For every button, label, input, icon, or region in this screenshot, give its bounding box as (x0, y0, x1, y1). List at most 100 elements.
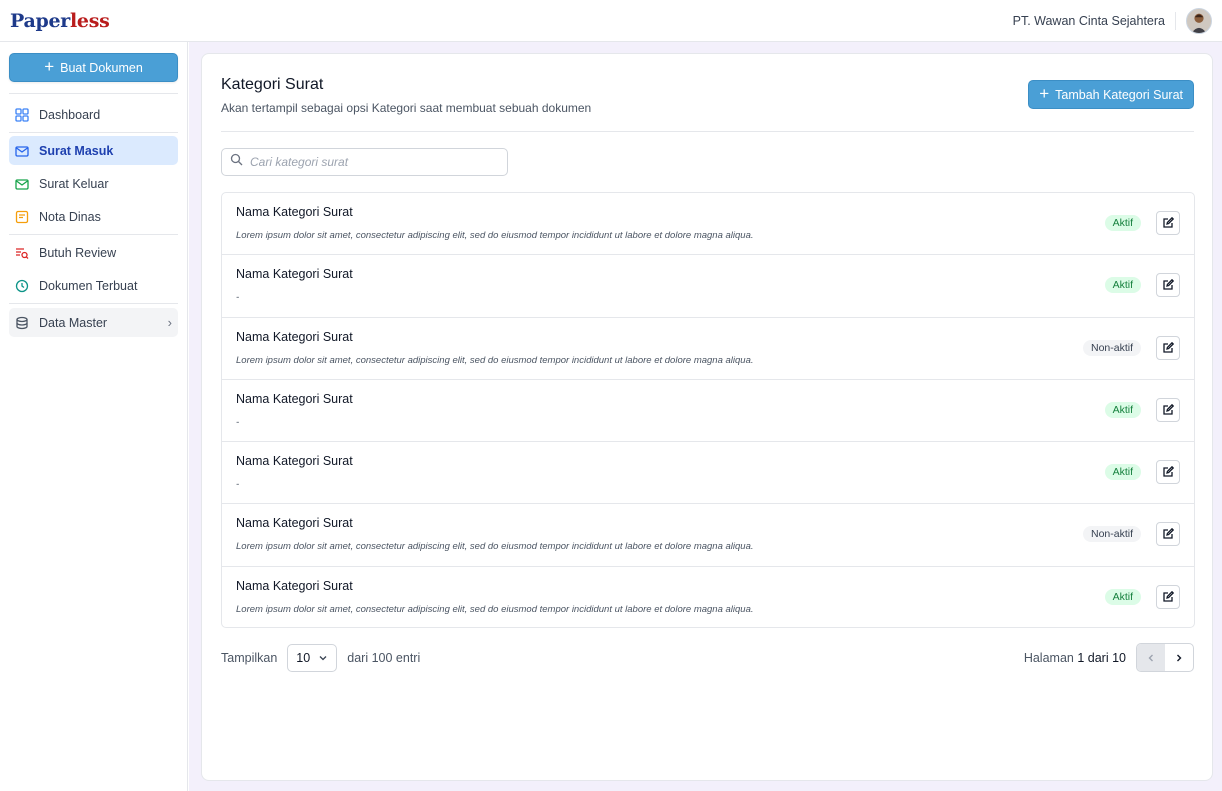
edit-icon (1163, 217, 1174, 228)
history-icon (15, 279, 29, 293)
sidebar-item-label: Data Master (39, 315, 108, 330)
list-item: Nama Kategori Surat Lorem ipsum dolor si… (222, 504, 1194, 567)
category-name: Nama Kategori Surat (236, 329, 353, 344)
category-description: - (236, 479, 240, 491)
pager (1136, 643, 1194, 672)
page-label: Halaman (1023, 650, 1074, 665)
edit-button[interactable] (1156, 522, 1180, 547)
app-logo[interactable]: Paperless (10, 9, 110, 32)
avatar[interactable] (1186, 7, 1212, 34)
logo-suffix: less (69, 9, 110, 32)
list-item: Nama Kategori Surat - Aktif (222, 442, 1194, 505)
page-title: Kategori Surat (221, 76, 324, 93)
pagination-footer: Tampilkan 10 dari 100 entri Halaman 1 da… (221, 643, 1194, 672)
category-description: Lorem ipsum dolor sit amet, consectetur … (236, 230, 754, 241)
edit-button[interactable] (1156, 211, 1180, 235)
sidebar-divider (9, 303, 178, 304)
add-category-label: Tambah Kategori Surat (1055, 87, 1183, 102)
sidebar-item-label: Nota Dinas (39, 209, 101, 224)
status-badge: Aktif (1104, 215, 1141, 231)
sidebar-item-label: Surat Masuk (39, 143, 114, 158)
dashboard-icon (15, 107, 29, 122)
sidebar-item-label: Dashboard (39, 107, 101, 122)
category-name: Nama Kategori Surat (236, 267, 353, 282)
list-item: Nama Kategori Surat Lorem ipsum dolor si… (222, 318, 1194, 380)
category-name: Nama Kategori Surat (236, 205, 353, 219)
prev-page-button[interactable] (1137, 644, 1165, 671)
page-subtitle: Akan tertampil sebagai opsi Kategori saa… (221, 101, 592, 115)
status-badge: Aktif (1104, 277, 1141, 294)
add-category-button[interactable]: + Tambah Kategori Surat (1028, 80, 1194, 109)
list-item: Nama Kategori Surat - Aktif (222, 380, 1194, 443)
list-item: Nama Kategori Surat Lorem ipsum dolor si… (222, 193, 1194, 256)
chevron-right-icon (1177, 654, 1182, 661)
status-badge: Aktif (1104, 401, 1141, 418)
category-description: Lorem ipsum dolor sit amet, consectetur … (236, 541, 754, 553)
list-item: Nama Kategori Surat - Aktif (222, 255, 1194, 318)
show-label: Tampilkan (221, 650, 278, 665)
header-divider (221, 131, 1194, 132)
status-badge: Aktif (1104, 588, 1141, 605)
next-page-button[interactable] (1165, 644, 1193, 671)
sidebar-item-nota-dinas[interactable]: Nota Dinas (9, 202, 178, 231)
create-document-button[interactable]: + Buat Dokumen (9, 53, 178, 82)
category-list: Nama Kategori Surat Lorem ipsum dolor si… (221, 192, 1195, 628)
edit-icon (1163, 279, 1174, 290)
category-description: Lorem ipsum dolor sit amet, consectetur … (236, 603, 754, 615)
page-size-select[interactable]: 10 (287, 643, 338, 672)
sidebar-item-dashboard[interactable]: Dashboard (9, 100, 178, 129)
category-name: Nama Kategori Surat (236, 578, 353, 593)
note-icon (15, 210, 29, 224)
search-icon (230, 153, 243, 171)
sidebar: + Buat Dokumen Dashboard Surat Masuk Sur… (0, 42, 188, 791)
category-description: Lorem ipsum dolor sit amet, consectetur … (236, 354, 754, 366)
mail-in-icon (15, 144, 29, 158)
sidebar-item-surat-masuk[interactable]: Surat Masuk (9, 136, 178, 165)
category-name: Nama Kategori Surat (236, 454, 353, 469)
edit-button[interactable] (1156, 460, 1180, 485)
chevron-right-icon: › (167, 315, 172, 330)
category-name: Nama Kategori Surat (236, 391, 353, 406)
status-badge: Non-aktif (1082, 339, 1141, 356)
sidebar-divider (9, 93, 178, 94)
category-description: - (236, 292, 240, 304)
plus-icon: + (44, 57, 55, 76)
edit-icon (1163, 341, 1174, 353)
sidebar-item-label: Surat Keluar (39, 176, 109, 191)
chevron-down-icon (319, 655, 327, 660)
edit-icon (1163, 466, 1174, 477)
edit-button[interactable] (1156, 273, 1180, 298)
status-badge: Non-aktif (1082, 526, 1141, 543)
organization-name: PT. Wawan Cinta Sejahtera (1012, 13, 1165, 28)
category-description: - (236, 416, 240, 428)
database-icon (15, 316, 29, 330)
edit-button[interactable] (1156, 335, 1180, 360)
edit-icon (1163, 528, 1174, 540)
top-bar: Paperless PT. Wawan Cinta Sejahtera (0, 0, 1222, 42)
category-name: Nama Kategori Surat (236, 516, 353, 531)
edit-button[interactable] (1156, 397, 1180, 422)
page-size-value: 10 (296, 650, 311, 665)
edit-icon (1163, 590, 1174, 602)
total-entries-label: dari 100 entri (347, 650, 421, 665)
list-item: Nama Kategori Surat Lorem ipsum dolor si… (222, 567, 1194, 627)
search-box[interactable] (221, 148, 508, 176)
review-icon (15, 246, 29, 260)
sidebar-item-label: Dokumen Terbuat (39, 278, 138, 293)
edit-icon (1163, 403, 1174, 415)
chevron-left-icon (1148, 654, 1153, 661)
plus-icon: + (1039, 84, 1050, 103)
sidebar-item-surat-keluar[interactable]: Surat Keluar (9, 169, 178, 198)
edit-button[interactable] (1156, 584, 1180, 609)
sidebar-item-butuh-review[interactable]: Butuh Review (9, 238, 178, 267)
search-input[interactable] (250, 155, 490, 169)
sidebar-divider (9, 234, 178, 235)
sidebar-item-dokumen-terbuat[interactable]: Dokumen Terbuat (9, 271, 178, 300)
page-indicator: Halaman 1 dari 10 (1024, 651, 1126, 665)
create-document-label: Buat Dokumen (60, 60, 143, 75)
header-divider (1175, 11, 1176, 30)
main-card: Kategori Surat Akan tertampil sebagai op… (201, 53, 1213, 781)
status-badge: Aktif (1104, 464, 1141, 481)
sidebar-item-data-master[interactable]: Data Master › (9, 308, 178, 337)
sidebar-item-label: Butuh Review (39, 245, 117, 260)
